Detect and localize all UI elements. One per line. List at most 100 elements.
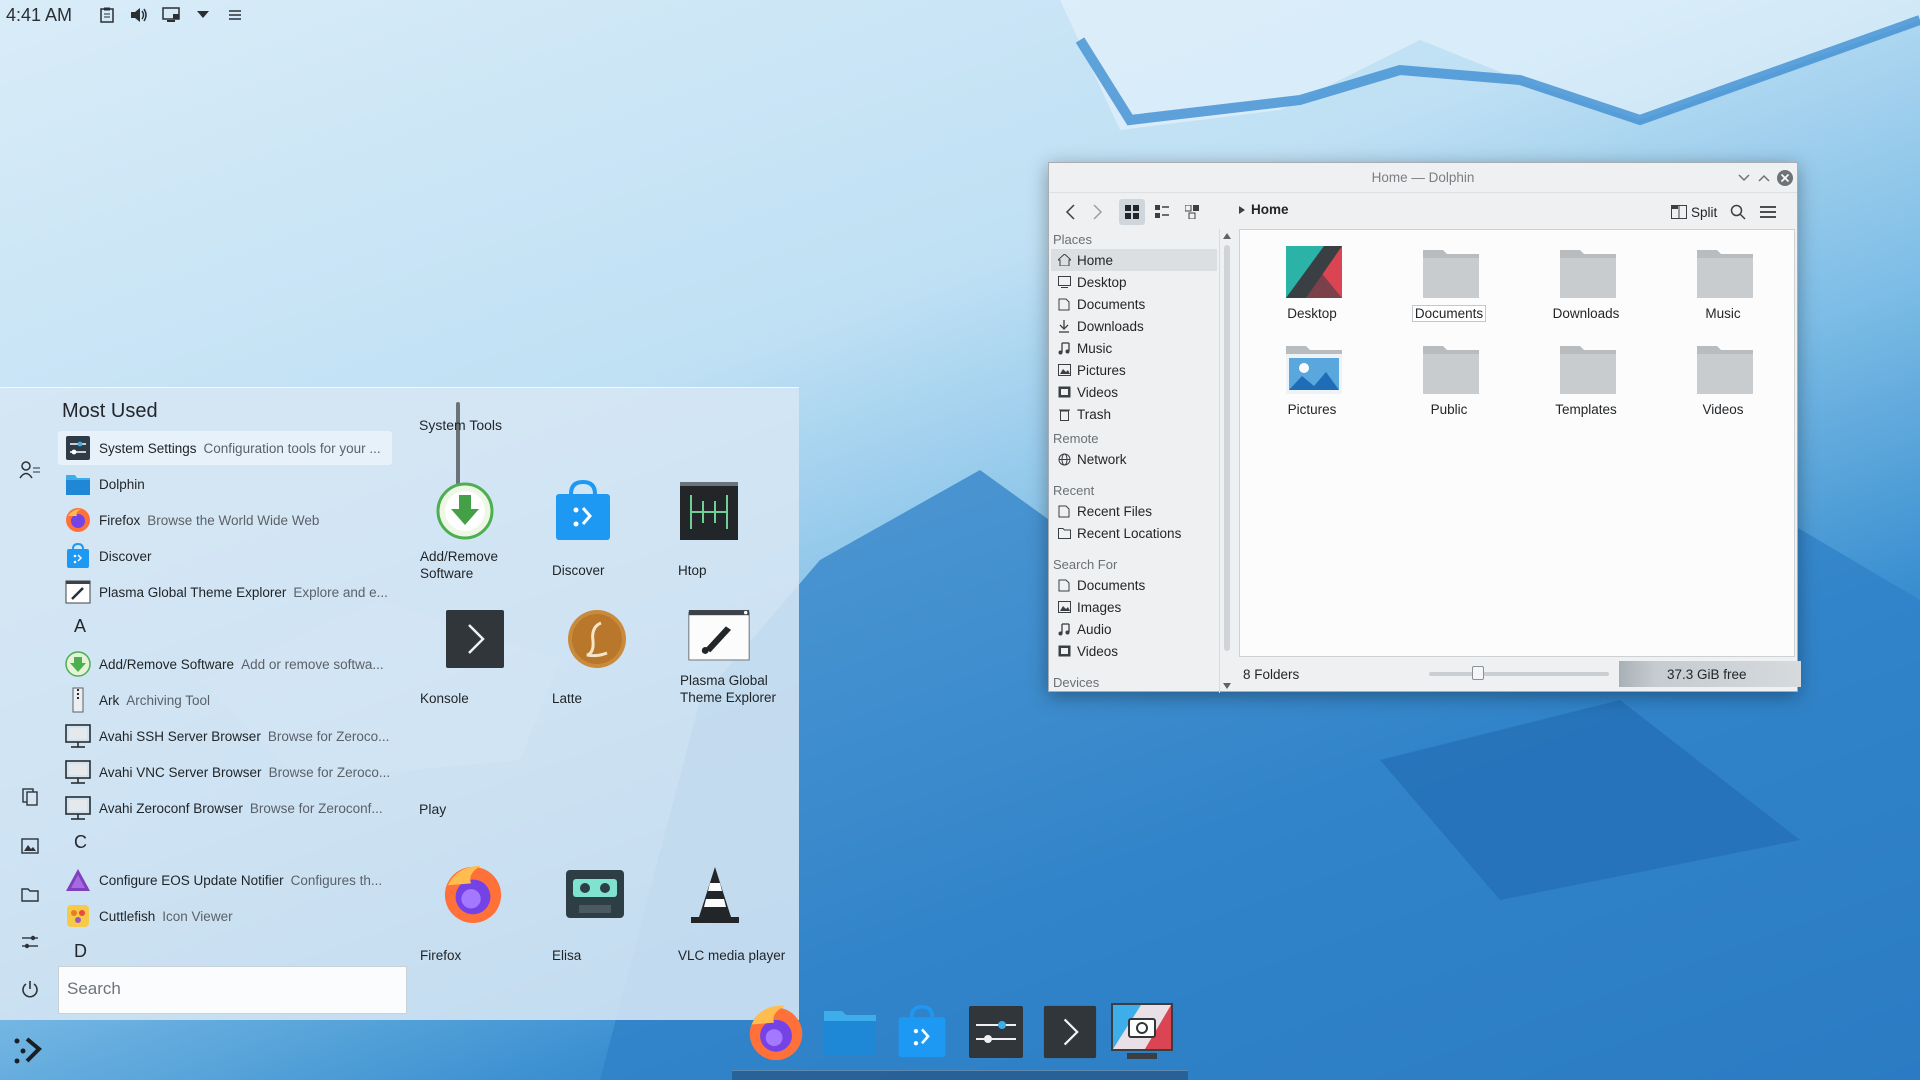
place-recent-locations[interactable]: Recent Locations — [1051, 522, 1217, 544]
file-item-pictures[interactable]: Pictures — [1248, 336, 1376, 428]
close-icon[interactable] — [1776, 169, 1794, 187]
system-settings-icon — [969, 1006, 1023, 1058]
dock-dolphin[interactable] — [818, 1000, 882, 1064]
tile-discover[interactable]: Discover — [542, 480, 662, 602]
place-pictures[interactable]: Pictures — [1051, 359, 1217, 381]
search-videos[interactable]: Videos — [1051, 640, 1217, 662]
file-item-documents[interactable]: Documents — [1385, 240, 1513, 332]
place-label: Music — [1077, 340, 1113, 356]
place-network[interactable]: Network — [1051, 448, 1217, 470]
folder-icon[interactable] — [18, 882, 42, 906]
file-item-templates[interactable]: Templates — [1522, 336, 1650, 428]
search-input[interactable]: Search — [58, 966, 407, 1014]
place-downloads[interactable]: Downloads — [1051, 315, 1217, 337]
clipboard-icon[interactable] — [96, 4, 118, 26]
forward-icon[interactable] — [1085, 199, 1111, 225]
details-view-icon[interactable] — [1179, 199, 1205, 225]
breadcrumb-home[interactable]: Home — [1251, 202, 1289, 217]
scroll-thumb[interactable] — [1224, 245, 1230, 651]
app-row-discover[interactable]: Discover — [58, 539, 392, 573]
tile-firefox[interactable]: Firefox — [414, 865, 534, 988]
place-documents[interactable]: Documents — [1051, 293, 1217, 315]
top-panel: 4:41 AM — [0, 0, 260, 30]
dock-system-settings[interactable] — [964, 1000, 1028, 1064]
app-row-system-settings[interactable]: System Settings Configuration tools for … — [58, 431, 392, 465]
app-name: Cuttlefish — [99, 908, 156, 924]
icons-view-icon[interactable] — [1119, 199, 1145, 225]
search-for-heading: Search For — [1053, 557, 1118, 572]
split-button[interactable]: Split — [1671, 199, 1717, 225]
breadcrumb[interactable]: Home — [1239, 202, 1289, 217]
user-icon[interactable] — [18, 458, 42, 482]
tile-elisa[interactable]: Elisa — [542, 870, 662, 988]
dock-spectacle[interactable] — [1110, 1000, 1174, 1064]
app-row-cuttlefish[interactable]: Cuttlefish Icon Viewer — [58, 899, 392, 933]
compact-view-icon[interactable] — [1149, 199, 1175, 225]
app-row-eos-update-notifier[interactable]: Configure EOS Update Notifier Configures… — [58, 863, 392, 897]
hamburger-menu-icon[interactable] — [1755, 199, 1781, 225]
tile-latte[interactable]: Latte — [542, 610, 662, 730]
folder-icon — [1697, 346, 1753, 394]
app-row-avahi-ssh[interactable]: Avahi SSH Server Browser Browse for Zero… — [58, 719, 392, 753]
pictures-icon — [1057, 363, 1071, 377]
app-row-firefox[interactable]: Firefox Browse the World Wide Web — [58, 503, 392, 537]
expand-arrow-icon[interactable] — [192, 4, 214, 26]
menu-icon[interactable] — [224, 4, 246, 26]
search-images[interactable]: Images — [1051, 596, 1217, 618]
settings-sliders-icon[interactable] — [18, 930, 42, 954]
app-row-dolphin[interactable]: Dolphin — [58, 467, 392, 501]
firefox-icon — [749, 1005, 803, 1061]
minimize-icon[interactable] — [1735, 169, 1753, 187]
places-scrollbar[interactable] — [1219, 229, 1233, 693]
scroll-up-icon[interactable] — [1223, 233, 1231, 239]
devices-heading: Devices — [1053, 675, 1100, 690]
zoom-slider-handle[interactable] — [1471, 666, 1484, 680]
documents-icon[interactable] — [18, 785, 42, 809]
file-item-downloads[interactable]: Downloads — [1522, 240, 1650, 332]
theme-explorer-icon — [688, 604, 750, 666]
tile-htop[interactable]: Htop — [670, 482, 790, 602]
documents-icon — [1057, 578, 1071, 592]
place-desktop[interactable]: Desktop — [1051, 271, 1217, 293]
app-row-avahi-zeroconf[interactable]: Avahi Zeroconf Browser Browse for Zeroco… — [58, 791, 392, 825]
tile-vlc[interactable]: VLC media player — [670, 867, 790, 988]
zoom-slider[interactable] — [1429, 666, 1609, 680]
file-item-videos[interactable]: Videos — [1659, 336, 1787, 428]
app-name: System Settings — [99, 440, 197, 456]
title-bar[interactable]: Home — Dolphin — [1049, 163, 1797, 193]
place-home[interactable]: Home — [1051, 249, 1217, 271]
file-item-desktop[interactable]: Desktop — [1248, 240, 1376, 332]
clock[interactable]: 4:41 AM — [6, 5, 72, 26]
app-row-plasma-theme-explorer[interactable]: Plasma Global Theme Explorer Explore and… — [58, 575, 392, 609]
search-documents[interactable]: Documents — [1051, 574, 1217, 596]
place-music[interactable]: Music — [1051, 337, 1217, 359]
pictures-icon[interactable] — [18, 834, 42, 858]
maximize-icon[interactable] — [1755, 169, 1773, 187]
tile-konsole[interactable]: Konsole — [414, 610, 534, 730]
tile-plasma-theme-explorer[interactable]: Plasma Global Theme Explorer — [670, 610, 790, 730]
file-item-public[interactable]: Public — [1385, 336, 1513, 428]
app-row-avahi-vnc[interactable]: Avahi VNC Server Browser Browse for Zero… — [58, 755, 392, 789]
dock-discover[interactable] — [890, 1000, 954, 1064]
power-icon[interactable] — [18, 977, 42, 1001]
file-item-music[interactable]: Music — [1659, 240, 1787, 332]
back-icon[interactable] — [1057, 199, 1083, 225]
place-trash[interactable]: Trash — [1051, 403, 1217, 425]
dolphin-icon — [63, 469, 93, 499]
volume-icon[interactable] — [128, 4, 150, 26]
search-audio[interactable]: Audio — [1051, 618, 1217, 640]
display-icon[interactable] — [160, 4, 182, 26]
place-videos[interactable]: Videos — [1051, 381, 1217, 403]
app-launcher-button[interactable] — [8, 1032, 48, 1068]
free-space-indicator[interactable]: 37.3 GiB free — [1619, 661, 1801, 687]
app-desc: Browse the World Wide Web — [147, 512, 320, 528]
tile-add-remove-software[interactable]: Add/Remove Software — [414, 482, 534, 602]
app-row-add-remove-software[interactable]: Add/Remove Software Add or remove softwa… — [58, 647, 392, 681]
place-recent-files[interactable]: Recent Files — [1051, 500, 1217, 522]
dock-firefox[interactable] — [744, 1000, 808, 1064]
scroll-down-icon[interactable] — [1223, 683, 1231, 689]
discover-icon — [552, 480, 614, 542]
dock-konsole[interactable] — [1038, 1000, 1102, 1064]
search-icon[interactable] — [1725, 199, 1751, 225]
app-row-ark[interactable]: Ark Archiving Tool — [58, 683, 392, 717]
